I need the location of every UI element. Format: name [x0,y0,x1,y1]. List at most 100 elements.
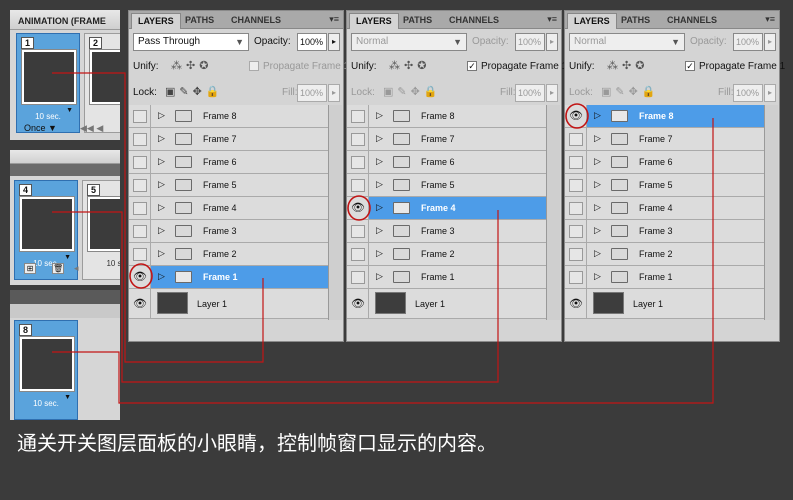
expand-triangle-icon[interactable]: ▷ [376,248,383,259]
visibility-toggle[interactable] [351,225,365,238]
layer-group-row[interactable]: ▷ Frame 8 [129,105,328,128]
animation-frame-1[interactable]: 1 10 sec. ▼ [16,33,80,133]
visibility-toggle[interactable] [569,225,583,238]
visibility-toggle[interactable] [133,156,147,169]
unify-position-icon[interactable]: ⁂✣✪ [389,59,430,72]
visibility-cell[interactable]: 👁 [347,197,369,219]
visibility-cell[interactable] [129,174,151,196]
layer-group-row[interactable]: ▷ Frame 1 [347,266,546,289]
expand-triangle-icon[interactable]: ▷ [158,156,165,167]
propagate-checkbox[interactable] [249,61,259,71]
visibility-toggle[interactable] [351,271,365,284]
unify-position-icon[interactable]: ⁂✣✪ [607,59,648,72]
visibility-cell[interactable]: 👁 [129,289,151,318]
visibility-cell[interactable] [565,151,587,173]
visibility-cell[interactable] [129,197,151,219]
visibility-cell[interactable] [347,243,369,265]
expand-triangle-icon[interactable]: ▷ [158,179,165,190]
visibility-toggle[interactable] [351,179,365,192]
visibility-cell[interactable] [347,151,369,173]
lock-transparency-icon[interactable]: ▣✎✥🔒 [165,85,224,98]
expand-triangle-icon[interactable]: ▷ [594,156,601,167]
visibility-cell[interactable] [347,220,369,242]
visibility-toggle[interactable] [569,156,583,169]
visibility-toggle[interactable] [351,110,365,123]
panel-menu-icon[interactable]: ▾≡ [765,14,775,25]
layer-group-row[interactable]: ▷ Frame 2 [129,243,328,266]
expand-triangle-icon[interactable]: ▷ [158,110,165,121]
eye-icon[interactable]: 👁 [133,270,147,283]
expand-triangle-icon[interactable]: ▷ [376,202,383,213]
layer-row[interactable]: 👁 Layer 1 [129,289,328,319]
visibility-cell[interactable]: 👁 [565,289,587,318]
fill-slider-button[interactable]: ▸ [546,84,558,102]
visibility-toggle[interactable] [569,202,583,215]
opacity-input[interactable]: 100% [297,33,327,51]
loop-select[interactable]: Once ▼ [24,123,57,133]
expand-triangle-icon[interactable]: ▷ [376,156,383,167]
opacity-slider-button[interactable]: ▸ [764,33,776,51]
layer-group-row[interactable]: ▷ Frame 5 [347,174,546,197]
visibility-toggle[interactable] [133,110,147,123]
eye-icon[interactable]: 👁 [351,297,365,310]
opacity-input[interactable]: 100% [515,33,545,51]
layers-scrollbar[interactable] [546,105,560,320]
tab-channels[interactable]: CHANNELS [661,13,723,29]
visibility-toggle[interactable] [133,225,147,238]
expand-triangle-icon[interactable]: ▷ [594,248,601,259]
expand-triangle-icon[interactable]: ▷ [376,110,383,121]
scroll-left-icon[interactable]: ◂ [74,263,79,274]
visibility-cell[interactable] [565,128,587,150]
layer-group-row[interactable]: ▷ Frame 3 [347,220,546,243]
expand-triangle-icon[interactable]: ▷ [158,202,165,213]
expand-triangle-icon[interactable]: ▷ [158,225,165,236]
animation-frame-2[interactable]: 2 [84,33,120,133]
opacity-slider-button[interactable]: ▸ [546,33,558,51]
tab-paths[interactable]: PATHS [179,13,220,29]
expand-triangle-icon[interactable]: ▷ [158,271,165,282]
visibility-toggle[interactable] [569,271,583,284]
expand-triangle-icon[interactable]: ▷ [376,179,383,190]
tab-channels[interactable]: CHANNELS [443,13,505,29]
animation-frame-8[interactable]: 8 10 sec. ▼ [14,320,78,420]
visibility-toggle[interactable] [133,133,147,146]
layers-scrollbar[interactable] [764,105,778,320]
visibility-toggle[interactable] [133,248,147,261]
panel-menu-icon[interactable]: ▾≡ [547,14,557,25]
eye-icon[interactable]: 👁 [133,297,147,310]
expand-triangle-icon[interactable]: ▷ [594,202,601,213]
visibility-cell[interactable] [347,174,369,196]
opacity-slider-button[interactable]: ▸ [328,33,340,51]
trash-icon[interactable]: 🗑 [52,263,64,274]
visibility-cell[interactable] [565,197,587,219]
layer-group-row[interactable]: ▷ Frame 5 [129,174,328,197]
layer-group-row-selected[interactable]: 👁 ▷ Frame 8 [565,105,764,128]
layer-group-row[interactable]: ▷ Frame 3 [565,220,764,243]
propagate-checkbox[interactable]: ✓ [467,61,477,71]
visibility-cell[interactable] [565,243,587,265]
visibility-toggle[interactable] [351,133,365,146]
lock-transparency-icon[interactable]: ▣✎✥🔒 [383,85,442,98]
fill-slider-button[interactable]: ▸ [328,84,340,102]
visibility-cell[interactable] [565,266,587,288]
frame-delay[interactable]: 10 s [83,259,120,268]
layer-group-row-selected[interactable]: 👁 ▷ Frame 4 [347,197,546,220]
visibility-cell[interactable] [347,128,369,150]
visibility-cell[interactable] [129,151,151,173]
expand-triangle-icon[interactable]: ▷ [158,133,165,144]
eye-icon[interactable]: 👁 [569,297,583,310]
eye-icon[interactable]: 👁 [351,201,365,214]
visibility-cell[interactable] [129,105,151,127]
visibility-toggle[interactable] [569,248,583,261]
opacity-input[interactable]: 100% [733,33,763,51]
visibility-cell[interactable]: 👁 [347,289,369,318]
visibility-cell[interactable] [129,220,151,242]
visibility-cell[interactable] [129,128,151,150]
first-frame-icon[interactable]: ◀◀ ◀ [80,123,103,134]
chevron-down-icon[interactable]: ▼ [64,394,71,401]
layer-group-row[interactable]: ▷ Frame 7 [129,128,328,151]
visibility-cell[interactable] [347,266,369,288]
fill-slider-button[interactable]: ▸ [764,84,776,102]
visibility-cell[interactable] [129,243,151,265]
expand-triangle-icon[interactable]: ▷ [376,133,383,144]
